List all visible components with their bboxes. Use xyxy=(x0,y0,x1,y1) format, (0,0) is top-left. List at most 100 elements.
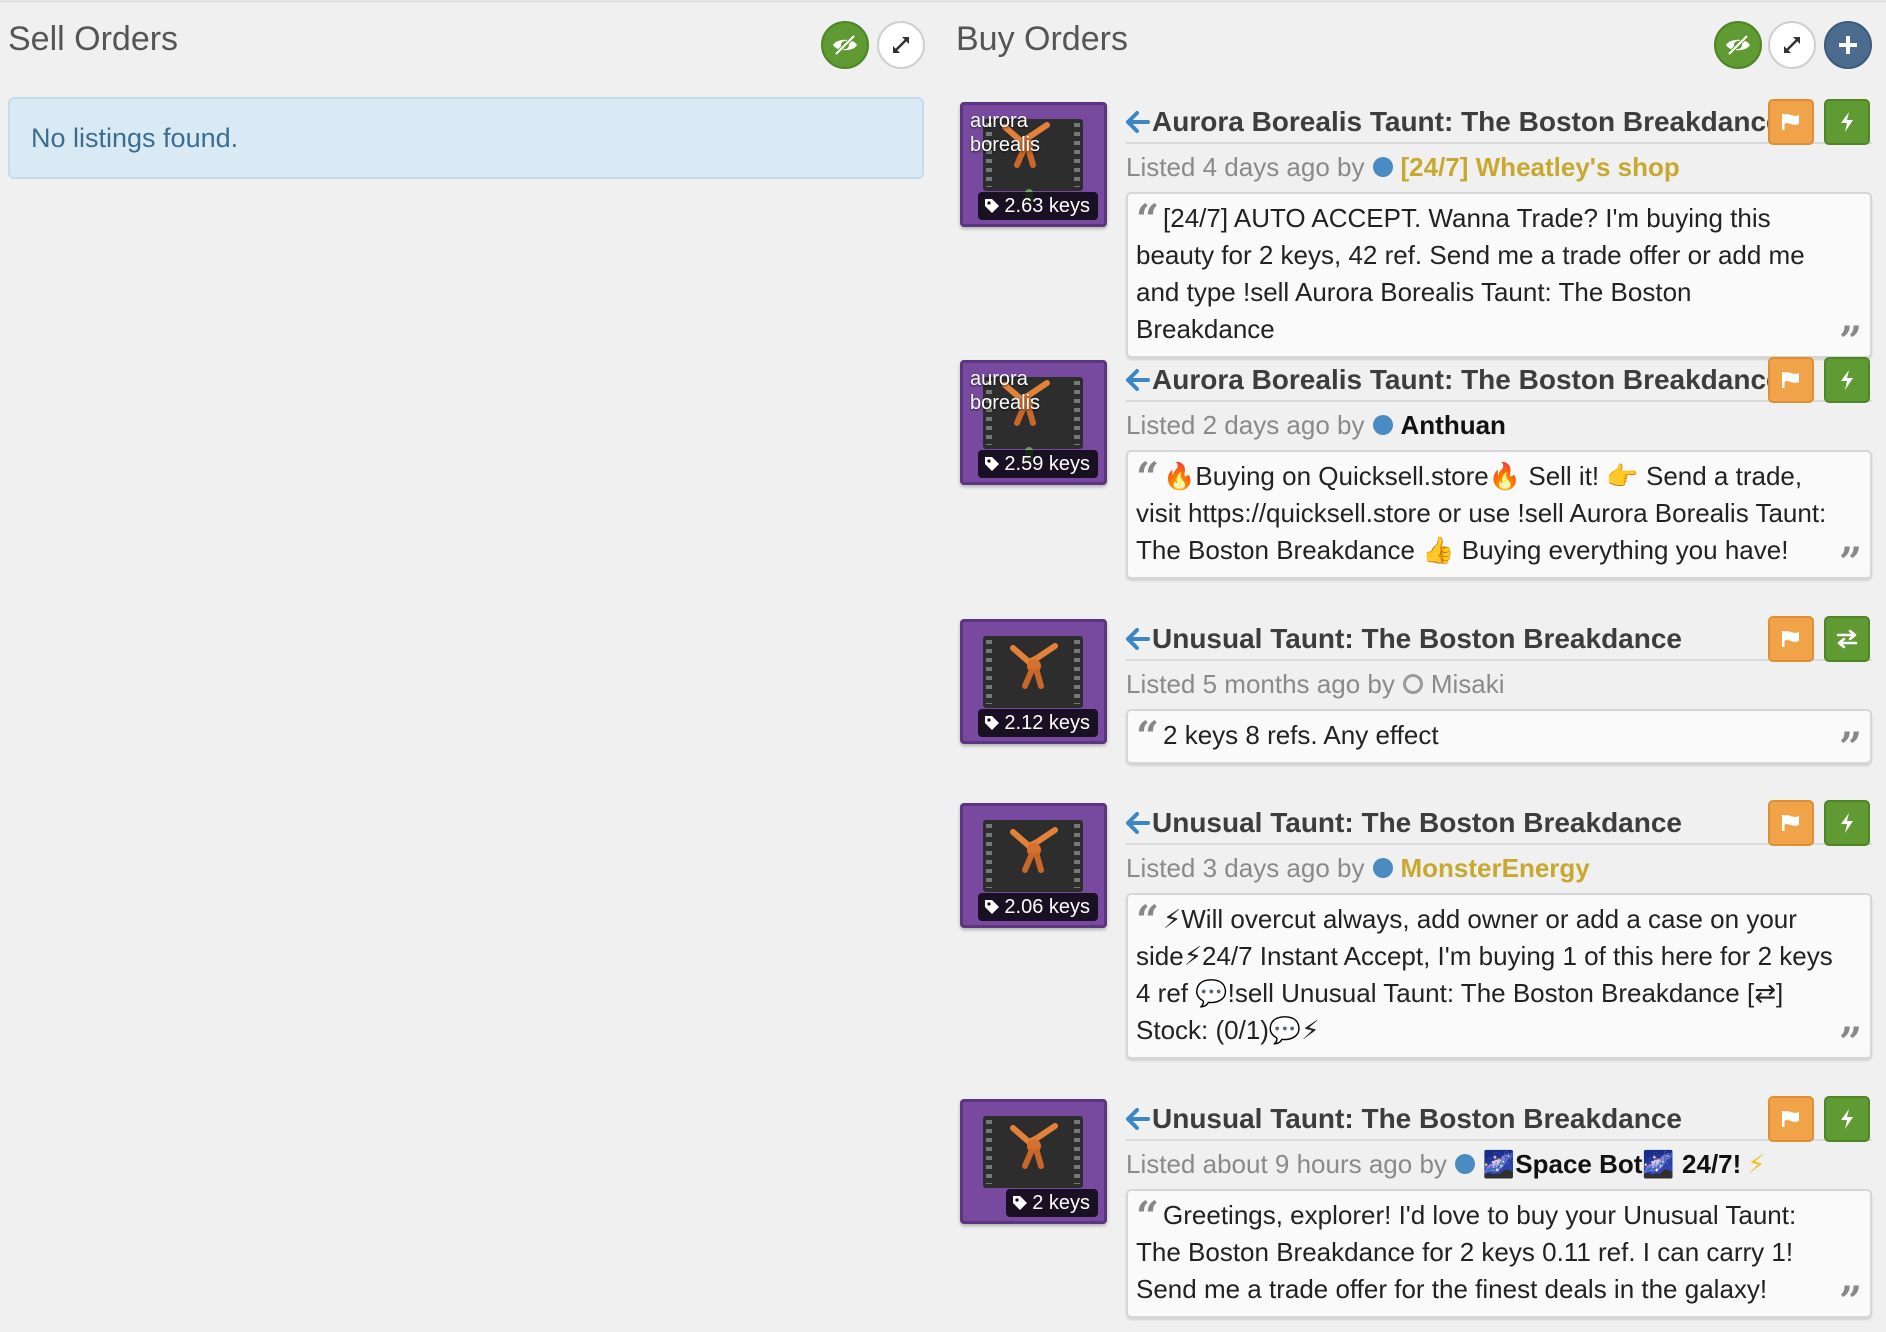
user-link[interactable]: Misaki xyxy=(1431,669,1505,700)
listing-body: Unusual Taunt: The Boston Breakdance Lis… xyxy=(1126,1096,1872,1322)
user-link[interactable]: MonsterEnergy xyxy=(1401,853,1590,884)
instant-trade-button[interactable] xyxy=(1824,800,1870,846)
item-thumbnail[interactable]: 2.06 keys xyxy=(960,803,1107,928)
report-button[interactable] xyxy=(1768,616,1814,662)
dancer-icon xyxy=(1010,643,1058,689)
user-suffix: ⚡ xyxy=(1747,1148,1766,1179)
listing-message: “2 keys 8 refs. Any effect ” xyxy=(1126,709,1872,768)
expand-icon xyxy=(1784,37,1800,53)
report-button[interactable] xyxy=(1768,800,1814,846)
item-name-link[interactable]: Unusual Taunt: The Boston Breakdance xyxy=(1152,807,1682,839)
report-button[interactable] xyxy=(1768,357,1814,403)
price-tag: 2.06 keys xyxy=(978,893,1098,921)
message-text: 2 keys 8 refs. Any effect xyxy=(1163,720,1439,750)
listing-meta: Listed about 9 hours ago by 🌌Space Bot🌌 … xyxy=(1126,1145,1872,1183)
sell-expand-button[interactable] xyxy=(877,21,925,69)
listing-message: “[24/7] AUTO ACCEPT. Wanna Trade? I'm bu… xyxy=(1126,192,1872,362)
quote-open-icon: “ xyxy=(1136,713,1160,760)
dancer-icon xyxy=(1010,1123,1058,1169)
message-text: Greetings, explorer! I'd love to buy you… xyxy=(1136,1200,1797,1304)
online-status-icon xyxy=(1372,415,1393,435)
quote-close-icon: ” xyxy=(1838,1019,1862,1066)
price-text: 2.12 keys xyxy=(1004,712,1090,734)
arrow-left-icon xyxy=(1126,369,1150,391)
item-thumbnail[interactable]: 2.12 keys xyxy=(960,619,1107,744)
bolt-icon xyxy=(1841,813,1853,833)
price-tag: 2.63 keys xyxy=(978,192,1098,220)
item-name-link[interactable]: Aurora Borealis Taunt: The Boston Breakd… xyxy=(1152,364,1782,396)
arrow-left-icon xyxy=(1126,812,1150,834)
listing-body: Unusual Taunt: The Boston Breakdance Lis… xyxy=(1126,800,1872,1063)
item-name-link[interactable]: Aurora Borealis Taunt: The Boston Breakd… xyxy=(1152,106,1782,138)
add-buy-order-button[interactable] xyxy=(1824,21,1872,69)
flag-icon xyxy=(1782,114,1799,130)
online-status-icon xyxy=(1372,858,1393,878)
arrow-left-icon xyxy=(1126,1108,1150,1130)
eye-slash-icon xyxy=(833,34,857,56)
flag-icon xyxy=(1782,631,1799,647)
message-text: 🔥Buying on Quicksell.store🔥 Sell it! 👉 S… xyxy=(1136,461,1827,565)
buy-expand-button[interactable] xyxy=(1768,21,1816,69)
expand-icon xyxy=(893,37,909,53)
bolt-icon xyxy=(1841,1109,1853,1129)
listing-meta: Listed 5 months ago by Misaki xyxy=(1126,665,1872,703)
quote-open-icon: “ xyxy=(1136,454,1160,501)
top-border xyxy=(0,0,1886,3)
listing-title-row: Unusual Taunt: The Boston Breakdance xyxy=(1126,1096,1872,1142)
price-tag: 2 keys xyxy=(1006,1189,1098,1217)
listed-time: Listed 5 months ago by xyxy=(1126,668,1395,699)
instant-trade-button[interactable] xyxy=(1824,1096,1870,1142)
report-button[interactable] xyxy=(1768,1096,1814,1142)
listing-body: Aurora Borealis Taunt: The Boston Breakd… xyxy=(1126,357,1872,583)
flag-icon xyxy=(1782,372,1799,388)
item-thumbnail[interactable]: aurora borealis 2.63 keys xyxy=(960,102,1107,227)
plus-icon xyxy=(1839,36,1857,54)
dancer-icon xyxy=(1010,827,1058,873)
tag-icon xyxy=(985,457,1000,471)
item-name-link[interactable]: Unusual Taunt: The Boston Breakdance xyxy=(1152,623,1682,655)
quote-close-icon: ” xyxy=(1838,318,1862,365)
flag-icon xyxy=(1782,815,1799,831)
price-tag: 2.12 keys xyxy=(978,709,1098,737)
arrow-left-icon xyxy=(1126,111,1150,133)
listing-meta: Listed 3 days ago by MonsterEnergy xyxy=(1126,849,1872,887)
listed-time: Listed 3 days ago by xyxy=(1126,852,1365,883)
trade-offer-button[interactable] xyxy=(1824,616,1870,662)
flag-icon xyxy=(1782,1111,1799,1127)
item-thumbnail[interactable]: 2 keys xyxy=(960,1099,1107,1224)
quote-close-icon: ” xyxy=(1838,1278,1862,1325)
tag-icon xyxy=(985,900,1000,914)
online-status-icon xyxy=(1454,1154,1475,1174)
sell-orders-title: Sell Orders xyxy=(8,20,179,58)
buy-visibility-button[interactable] xyxy=(1714,21,1762,69)
listing-title-row: Unusual Taunt: The Boston Breakdance xyxy=(1126,616,1872,662)
price-text: 2.63 keys xyxy=(1004,195,1090,217)
bolt-icon xyxy=(1841,370,1853,390)
quote-close-icon: ” xyxy=(1838,724,1862,771)
item-thumbnail[interactable]: aurora borealis 2.59 keys xyxy=(960,360,1107,485)
buy-orders-title: Buy Orders xyxy=(956,20,1128,58)
listing-meta: Listed 4 days ago by [24/7] Wheatley's s… xyxy=(1126,148,1872,186)
listing-message: “Greetings, explorer! I'd love to buy yo… xyxy=(1126,1189,1872,1322)
online-status-icon xyxy=(1372,157,1393,177)
effect-label: aurora borealis xyxy=(970,110,1041,156)
quote-open-icon: “ xyxy=(1136,196,1160,243)
user-link[interactable]: Anthuan xyxy=(1401,410,1506,441)
listed-time: Listed 4 days ago by xyxy=(1126,151,1365,182)
quote-close-icon: ” xyxy=(1838,539,1862,586)
quote-open-icon: “ xyxy=(1136,1193,1160,1240)
instant-trade-button[interactable] xyxy=(1824,99,1870,145)
user-link[interactable]: [24/7] Wheatley's shop xyxy=(1401,152,1680,183)
price-text: 2.06 keys xyxy=(1004,896,1090,918)
instant-trade-button[interactable] xyxy=(1824,357,1870,403)
sell-visibility-button[interactable] xyxy=(821,21,869,69)
listing-body: Unusual Taunt: The Boston Breakdance Lis… xyxy=(1126,616,1872,768)
user-link[interactable]: 🌌Space Bot🌌 24/7! xyxy=(1483,1149,1741,1180)
message-text: [24/7] AUTO ACCEPT. Wanna Trade? I'm buy… xyxy=(1136,203,1805,344)
tag-icon xyxy=(985,199,1000,213)
item-name-link[interactable]: Unusual Taunt: The Boston Breakdance xyxy=(1152,1103,1682,1135)
listing-title-row: Unusual Taunt: The Boston Breakdance xyxy=(1126,800,1872,846)
tag-icon xyxy=(985,716,1000,730)
exchange-icon xyxy=(1836,629,1858,649)
report-button[interactable] xyxy=(1768,99,1814,145)
